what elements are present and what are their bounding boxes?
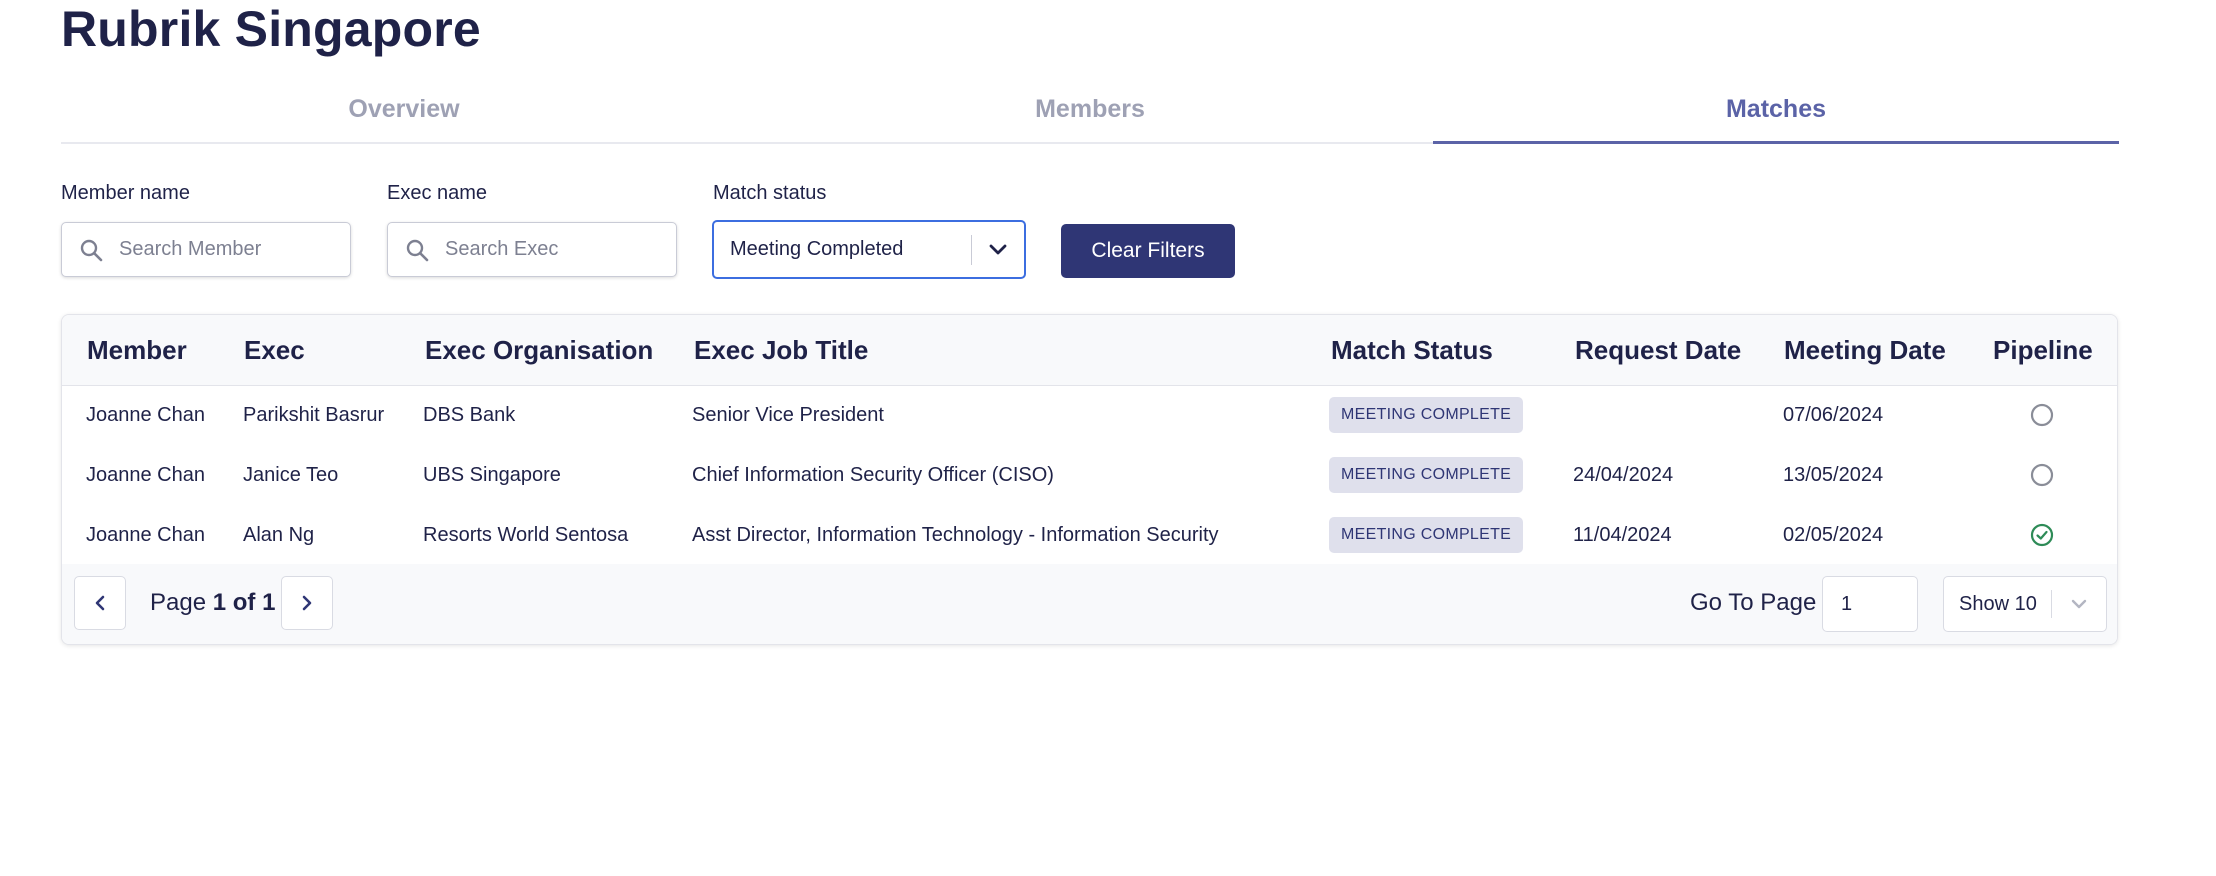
tab-matches[interactable]: Matches [1433, 80, 2119, 144]
exec-search-box[interactable] [387, 222, 677, 277]
page-current-of-total: 1 of 1 [212, 589, 276, 616]
table-row[interactable]: Joanne Chan Parikshit Basrur DBS Bank Se… [62, 385, 2117, 445]
chevron-down-icon[interactable] [972, 243, 1024, 257]
cell-member: Joanne Chan [86, 464, 205, 486]
next-page-button[interactable] [281, 576, 333, 630]
match-status-value: Meeting Completed [730, 238, 904, 260]
circle-outline-icon[interactable] [2030, 463, 2054, 487]
chevron-right-icon [302, 595, 312, 611]
column-header-exec-job-title: Exec Job Title [694, 335, 869, 365]
tab-overview[interactable]: Overview [61, 80, 747, 142]
column-header-member: Member [87, 335, 187, 365]
status-badge: MEETING COMPLETE [1329, 457, 1524, 493]
cell-request-date: 11/04/2024 [1573, 524, 1672, 546]
matches-table: Member Exec Exec Organisation Exec Job T… [61, 314, 2118, 645]
exec-search-input[interactable] [445, 238, 595, 261]
match-status-select[interactable]: Meeting Completed [712, 220, 1026, 279]
cell-exec-organisation: DBS Bank [423, 404, 516, 426]
cell-exec-job-title: Chief Information Security Officer (CISO… [692, 464, 1054, 486]
check-circle-icon[interactable] [2030, 523, 2054, 547]
circle-outline-icon[interactable] [2030, 403, 2054, 427]
cell-member: Joanne Chan [86, 404, 205, 426]
match-status-label: Match status [713, 182, 827, 204]
member-name-label: Member name [61, 182, 190, 204]
cell-member: Joanne Chan [86, 524, 205, 546]
tab-members[interactable]: Members [747, 80, 1433, 142]
cell-meeting-date: 02/05/2024 [1783, 524, 1884, 546]
member-search-input[interactable] [119, 238, 269, 261]
go-to-page-label: Go To Page [1690, 589, 1817, 616]
cell-exec: Parikshit Basrur [243, 404, 385, 426]
page-size-select[interactable]: Show 10 [1943, 576, 2107, 632]
table-header: Member Exec Exec Organisation Exec Job T… [62, 315, 2117, 386]
cell-exec-organisation: Resorts World Sentosa [423, 524, 629, 546]
previous-page-button[interactable] [74, 576, 126, 630]
chevron-down-icon[interactable] [2052, 598, 2106, 610]
go-to-page-input[interactable] [1822, 576, 1918, 632]
cell-exec-job-title: Asst Director, Information Technology - … [692, 524, 1219, 546]
table-row[interactable]: Joanne Chan Alan Ng Resorts World Sentos… [62, 505, 2117, 565]
cell-meeting-date: 13/05/2024 [1783, 464, 1884, 486]
search-icon [406, 239, 429, 261]
clear-filters-button[interactable]: Clear Filters [1061, 224, 1235, 278]
column-header-exec: Exec [244, 335, 305, 365]
column-header-request-date: Request Date [1575, 335, 1742, 365]
column-header-pipeline: Pipeline [1993, 335, 2093, 365]
exec-name-label: Exec name [387, 182, 488, 204]
page-indicator: Page 1 of 1 [150, 576, 275, 630]
tab-bar: Overview Members Matches [61, 80, 2119, 144]
pagination-bar: Page 1 of 1 Go To Page Show 10 [62, 564, 2117, 644]
status-badge: MEETING COMPLETE [1329, 517, 1524, 553]
page-title: Rubrik Singapore [61, 1, 481, 57]
status-badge: MEETING COMPLETE [1329, 397, 1524, 433]
column-header-match-status: Match Status [1331, 335, 1493, 365]
page-prefix: Page [150, 589, 207, 616]
cell-meeting-date: 07/06/2024 [1783, 404, 1884, 426]
search-icon [80, 239, 103, 261]
cell-exec: Janice Teo [243, 464, 339, 486]
chevron-left-icon [95, 595, 105, 611]
table-row[interactable]: Joanne Chan Janice Teo UBS Singapore Chi… [62, 445, 2117, 505]
member-search-box[interactable] [61, 222, 351, 277]
page-size-value: Show 10 [1959, 592, 2037, 615]
cell-exec-job-title: Senior Vice President [692, 404, 884, 426]
column-header-meeting-date: Meeting Date [1784, 335, 1946, 365]
cell-request-date: 24/04/2024 [1573, 464, 1674, 486]
cell-exec: Alan Ng [243, 524, 315, 546]
cell-exec-organisation: UBS Singapore [423, 464, 561, 486]
column-header-exec-organisation: Exec Organisation [425, 335, 654, 365]
